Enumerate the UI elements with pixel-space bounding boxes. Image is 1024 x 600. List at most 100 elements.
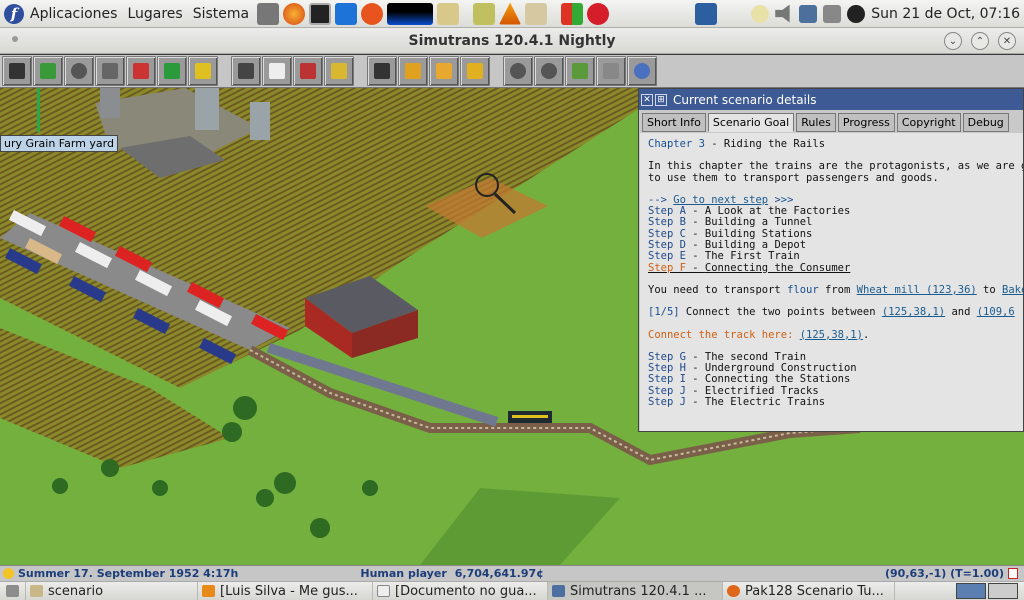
step-row: Step J - The Electric Trains — [648, 396, 826, 409]
special-tool[interactable] — [188, 56, 218, 86]
scenario-goal-text: Chapter 3 - Riding the Rails In this cha… — [640, 133, 1023, 431]
clock[interactable]: Sun 21 de Oct, 07:16 — [871, 6, 1020, 22]
help-tool[interactable] — [460, 56, 490, 86]
maximize-button[interactable]: ⌃ — [971, 32, 989, 50]
list-icon — [269, 63, 285, 79]
tab-debug[interactable]: Debug — [962, 113, 1009, 132]
weather-icon[interactable] — [751, 4, 770, 23]
network-icon[interactable] — [799, 4, 818, 23]
mailbox-icon — [300, 63, 316, 79]
workspace-1[interactable] — [956, 583, 986, 599]
intro-line-1: In this chapter the trains are the prota… — [648, 160, 1023, 173]
screenshot-tool[interactable] — [367, 56, 397, 86]
task-row: You need to transport flour from Wheat m… — [648, 284, 1023, 296]
point-1-link[interactable]: (125,38,1) — [882, 306, 945, 318]
destination-link[interactable]: Bakery C — [1002, 284, 1023, 296]
close-icon: ✕ — [1002, 35, 1012, 47]
tab-scenario-goal[interactable]: Scenario Goal — [707, 113, 795, 132]
app-icon[interactable] — [561, 2, 584, 25]
top-panel: f Aplicaciones Lugares Sistema Sun 21 de… — [0, 0, 1024, 28]
camera-icon — [374, 63, 390, 79]
battery-icon[interactable] — [823, 4, 842, 23]
next-step-link[interactable]: Go to next step — [673, 194, 768, 206]
power-icon[interactable] — [847, 4, 866, 23]
terminal-icon[interactable] — [309, 2, 332, 25]
media-icon[interactable] — [437, 2, 460, 25]
grid-tool[interactable] — [596, 56, 626, 86]
finance-tool[interactable] — [324, 56, 354, 86]
crane-icon — [164, 63, 180, 79]
tools-icon[interactable] — [473, 2, 496, 25]
zoom-in-tool[interactable] — [503, 56, 533, 86]
taskbar-item[interactable]: [Luis Silva - Me gus... — [198, 582, 373, 600]
chevron-up-icon: ⌃ — [975, 35, 985, 47]
road-tool[interactable] — [126, 56, 156, 86]
save-tool[interactable] — [2, 56, 32, 86]
query-tool[interactable] — [64, 56, 94, 86]
terraform-tool[interactable] — [95, 56, 125, 86]
system-tray: Sun 21 de Oct, 07:16 — [695, 2, 1024, 25]
pulse-icon[interactable] — [695, 2, 718, 25]
menu-aplicaciones[interactable]: Aplicaciones — [30, 6, 117, 22]
alarm-icon[interactable] — [361, 2, 384, 25]
list-tool[interactable] — [262, 56, 292, 86]
close-icon[interactable]: ✕ — [641, 93, 653, 106]
vlc-icon[interactable] — [499, 2, 522, 25]
window-title: Simutrans 120.4.1 Nightly — [408, 32, 616, 49]
window-menu-icon[interactable] — [12, 36, 18, 42]
view-tool[interactable] — [565, 56, 595, 86]
player-name: Human player — [360, 567, 447, 580]
landscape-icon — [572, 63, 588, 79]
fedora-logo-icon[interactable]: f — [4, 3, 24, 24]
help-icon — [467, 63, 483, 79]
rail-tool[interactable] — [231, 56, 261, 86]
pause-tool[interactable] — [398, 56, 428, 86]
taskbar-item[interactable]: scenario — [26, 582, 198, 600]
tab-progress[interactable]: Progress — [837, 113, 895, 132]
tab-short-info[interactable]: Short Info — [642, 113, 706, 132]
intro-line-2: to use them to transport passengers and … — [648, 171, 939, 184]
rail-icon — [238, 63, 254, 79]
cursor-coords: (90,63,-1) (T=1.00) — [885, 567, 1004, 580]
point-2-link[interactable]: (109,6 — [977, 306, 1015, 318]
taskbar-item[interactable]: [Documento no gua... — [373, 582, 548, 600]
mail-tool[interactable] — [293, 56, 323, 86]
folder-icon[interactable] — [525, 2, 548, 25]
calculator-icon[interactable] — [257, 2, 280, 25]
source-link[interactable]: Wheat mill (123,36) — [857, 284, 977, 296]
window-titlebar[interactable]: Simutrans 120.4.1 Nightly ⌄ ⌃ ✕ — [0, 28, 1024, 54]
map-tool[interactable] — [33, 56, 63, 86]
system-monitor-icon[interactable] — [387, 2, 434, 25]
fast-forward-tool[interactable] — [429, 56, 459, 86]
taskbar: scenario [Luis Silva - Me gus... [Docume… — [0, 581, 1024, 600]
globe-icon — [40, 63, 56, 79]
chart-icon — [331, 63, 347, 79]
chevron-down-icon: ⌄ — [948, 35, 958, 47]
crane-tool[interactable] — [157, 56, 187, 86]
menu-sistema[interactable]: Sistema — [193, 6, 249, 22]
desktop-icon — [6, 585, 19, 597]
tab-copyright[interactable]: Copyright — [896, 113, 961, 132]
window-icon[interactable] — [335, 2, 358, 25]
show-desktop-button[interactable] — [0, 582, 26, 600]
minimize-button[interactable]: ⌄ — [944, 32, 962, 50]
grid-icon — [603, 63, 619, 79]
tab-rules[interactable]: Rules — [796, 113, 836, 132]
menu-lugares[interactable]: Lugares — [127, 6, 182, 22]
zoom-out-tool[interactable] — [534, 56, 564, 86]
taskbar-item[interactable]: Pak128 Scenario Tu... — [723, 582, 895, 600]
pin-icon[interactable]: ⊞ — [655, 93, 667, 106]
taskbar-item[interactable]: Simutrans 120.4.1 ... — [548, 582, 723, 600]
firefox-icon[interactable] — [283, 2, 306, 25]
compass-tool[interactable] — [627, 56, 657, 86]
workspace-switcher[interactable] — [956, 583, 1018, 599]
volume-icon[interactable] — [775, 4, 790, 23]
scenario-tabs: Short Info Scenario Goal Rules Progress … — [642, 113, 1023, 132]
workspace-2[interactable] — [988, 583, 1018, 599]
scenario-window-header[interactable]: ✕ ⊞ Current scenario details — [639, 89, 1023, 110]
factory-label[interactable]: ury Grain Farm yard — [0, 135, 118, 152]
chapter-heading: Chapter 3 - Riding the Rails — [648, 138, 826, 150]
connect-coord-link[interactable]: (125,38,1) — [800, 329, 863, 341]
mega-icon[interactable] — [587, 2, 610, 25]
close-button[interactable]: ✕ — [998, 32, 1016, 50]
